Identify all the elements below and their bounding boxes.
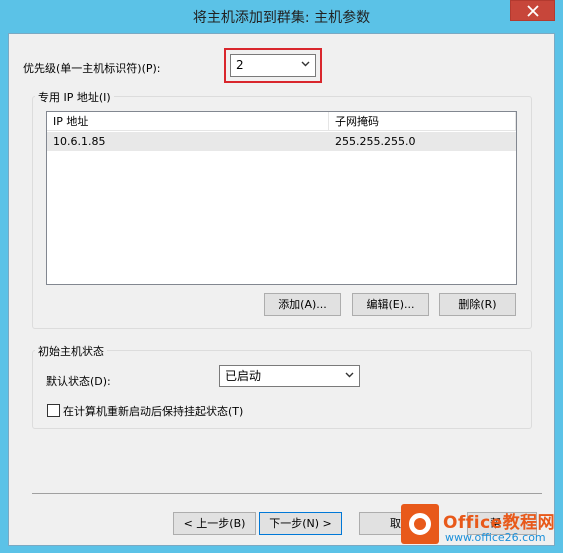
watermark: Office教程网 www.office26.com: [397, 500, 563, 553]
watermark-url: www.office26.com: [445, 531, 546, 544]
column-header-mask[interactable]: 子网掩码: [329, 112, 516, 131]
window-title: 将主机添加到群集: 主机参数: [192, 10, 371, 26]
delete-button[interactable]: 删除(R): [439, 293, 516, 316]
close-icon: [526, 4, 539, 17]
mask-cell: 255.255.255.0: [335, 135, 416, 148]
suspend-checkbox-label[interactable]: 在计算机重新启动后保持挂起状态(T): [63, 403, 243, 419]
watermark-title: Office教程网: [443, 513, 556, 533]
chevron-down-icon: [345, 372, 354, 378]
ip-cell: 10.6.1.85: [53, 135, 106, 148]
table-row[interactable]: 10.6.1.85 255.255.255.0: [47, 132, 516, 151]
title-bar: 将主机添加到群集: 主机参数: [0, 0, 563, 33]
edit-button[interactable]: 编辑(E)...: [352, 293, 429, 316]
default-state-value: 已启动: [225, 369, 262, 383]
ip-group-title: 专用 IP 地址(I): [35, 89, 114, 105]
back-button[interactable]: < 上一步(B): [173, 512, 256, 535]
priority-select[interactable]: 2: [230, 54, 316, 77]
office-logo-icon: [401, 504, 439, 544]
default-state-select[interactable]: 已启动: [219, 365, 360, 387]
chevron-down-icon: [301, 61, 310, 67]
next-button[interactable]: 下一步(N) >: [259, 512, 342, 535]
default-state-label: 默认状态(D):: [46, 375, 111, 388]
state-group-title: 初始主机状态: [35, 343, 107, 359]
suspend-checkbox[interactable]: [47, 404, 60, 417]
footer-separator: [32, 493, 542, 494]
priority-label: 优先级(单一主机标识符)(P):: [23, 62, 161, 75]
add-button[interactable]: 添加(A)...: [264, 293, 341, 316]
ip-address-list[interactable]: IP 地址 子网掩码 10.6.1.85 255.255.255.0: [46, 111, 517, 285]
column-header-ip[interactable]: IP 地址: [47, 112, 329, 131]
close-button[interactable]: [510, 0, 555, 21]
priority-value: 2: [236, 58, 244, 72]
dialog-body: 优先级(单一主机标识符)(P): 2 专用 IP 地址(I) IP 地址 子网掩…: [8, 33, 555, 546]
